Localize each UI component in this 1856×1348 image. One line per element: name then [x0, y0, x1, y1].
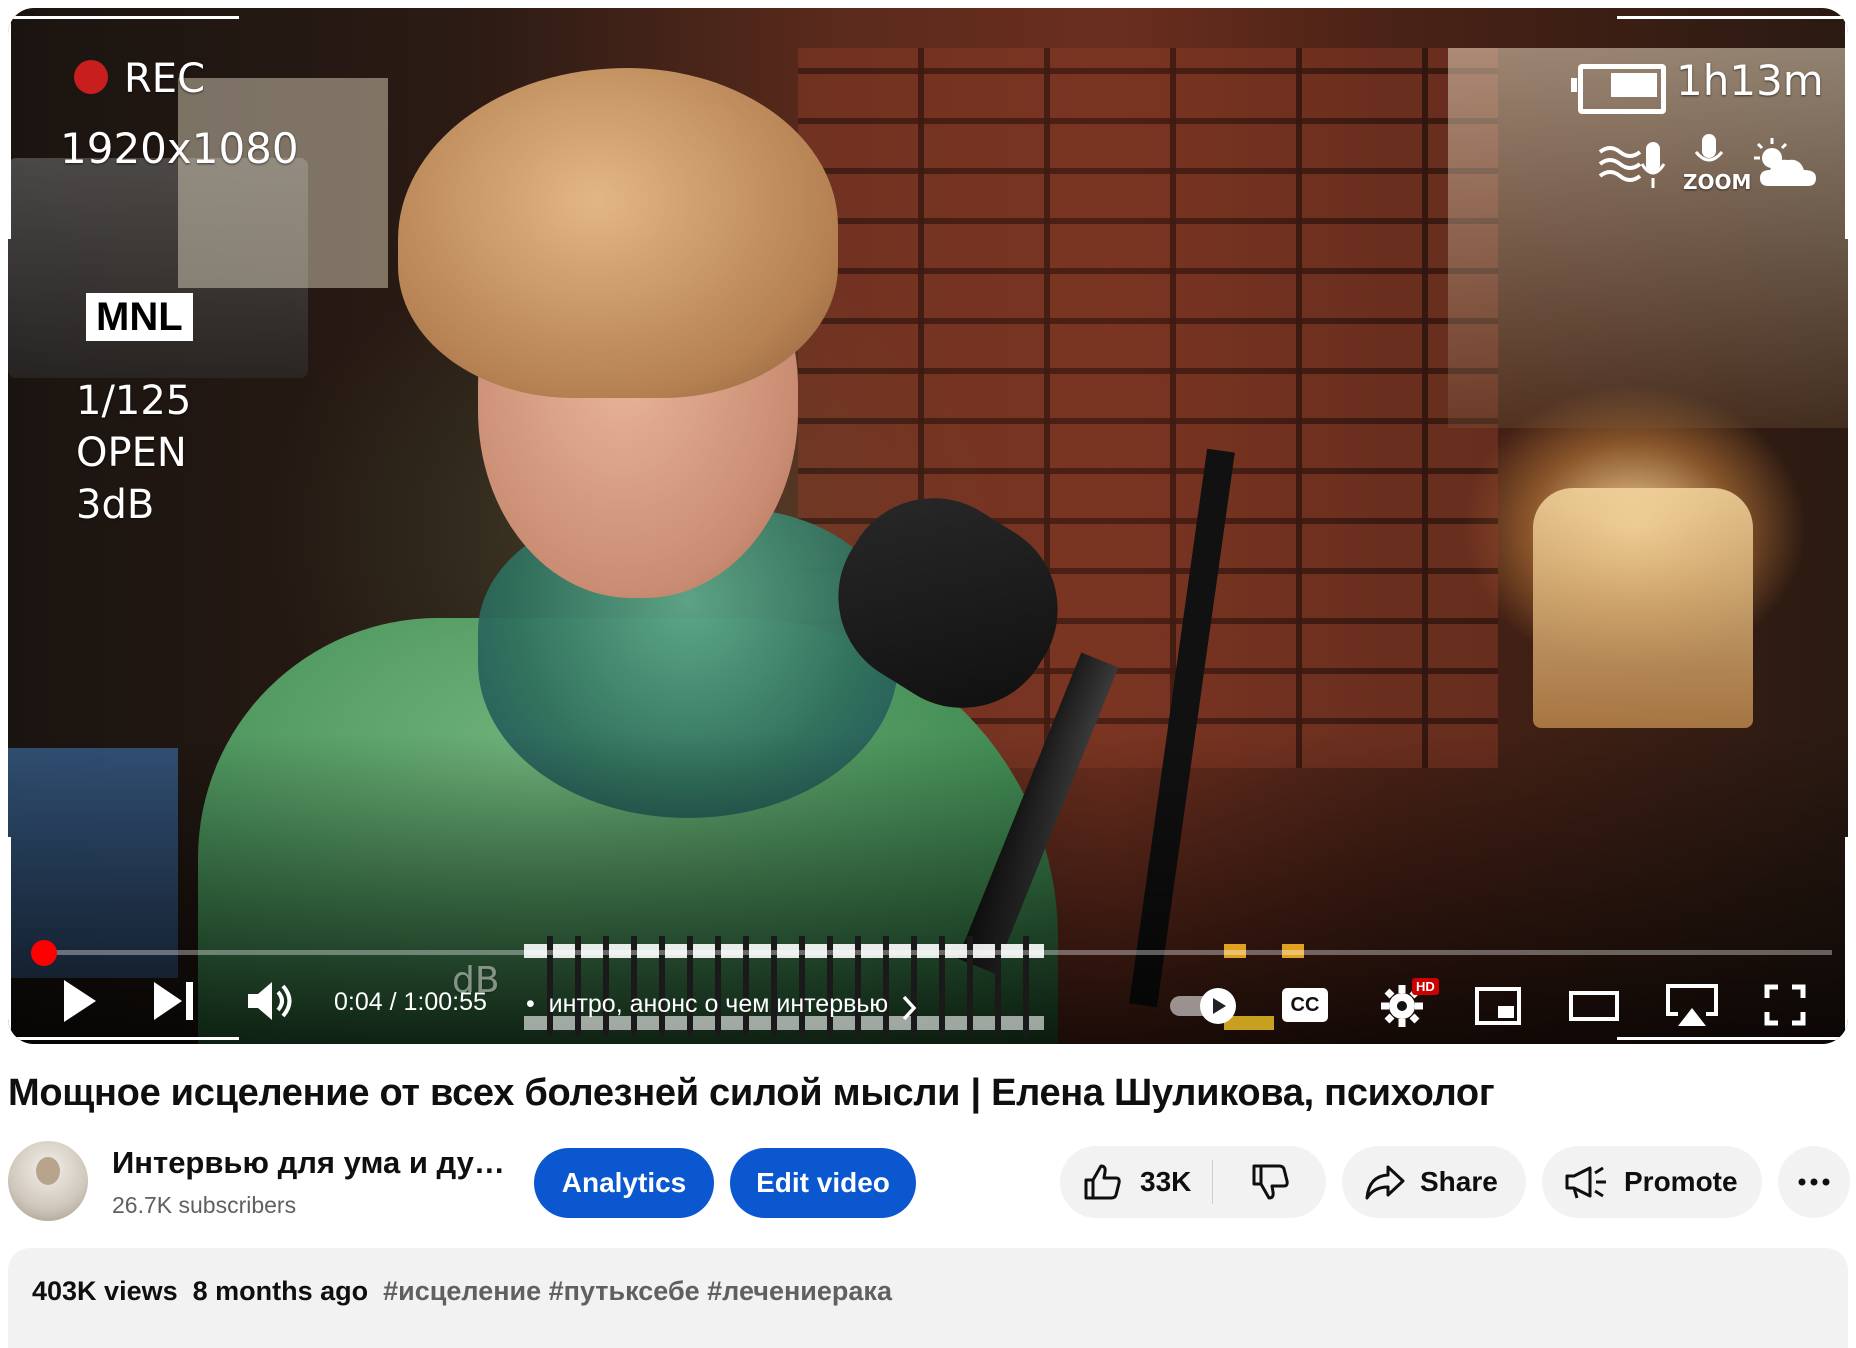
mic-zoom-icon: [1694, 134, 1724, 162]
miniplayer-icon[interactable]: [1474, 986, 1522, 1026]
play-icon[interactable]: [60, 978, 100, 1024]
autoplay-toggle[interactable]: [1168, 986, 1240, 1026]
manual-mode-badge: MNL: [86, 293, 193, 341]
like-button[interactable]: 33K: [1060, 1162, 1212, 1202]
volume-icon[interactable]: [246, 980, 296, 1022]
subtitles-button[interactable]: CC: [1282, 988, 1328, 1022]
weather-sun-cloud-icon: [1754, 138, 1816, 186]
progress-bar[interactable]: [30, 940, 1832, 966]
rec-label: REC: [124, 56, 205, 102]
frame-corner-br: [1617, 837, 1848, 1040]
chevron-right-icon[interactable]: [900, 994, 918, 1022]
megaphone-icon: [1565, 1166, 1606, 1199]
like-dislike-group: 33K: [1060, 1146, 1326, 1218]
more-actions-button[interactable]: [1778, 1146, 1850, 1218]
share-arrow-icon: [1365, 1165, 1405, 1200]
share-label: Share: [1420, 1166, 1498, 1197]
remaining-time-label: 1h13m: [1676, 56, 1824, 105]
hashtags[interactable]: #исцеление #путьксебе #лечениерака: [383, 1276, 892, 1306]
video-player[interactable]: REC 1920x1080 MNL 1/125 OPEN 3dB 1h13m Z…: [8, 8, 1848, 1044]
battery-icon: [1571, 64, 1666, 114]
subscriber-count: 26.7K subscribers: [112, 1192, 297, 1218]
analytics-button[interactable]: Analytics: [534, 1148, 714, 1218]
resolution-label: 1920x1080: [60, 124, 299, 173]
theater-mode-icon[interactable]: [1568, 990, 1620, 1022]
audio-wind-icon: [1598, 142, 1666, 188]
more-horizontal-icon: [1798, 1178, 1830, 1186]
rec-indicator: [74, 60, 108, 94]
like-count: 33K: [1140, 1166, 1192, 1197]
shutter-label: 1/125: [76, 378, 192, 424]
chapter-title: интро, анонс о чем интервью: [548, 990, 889, 1018]
video-title: Мощное исцеление от всех болезней силой …: [8, 1072, 1495, 1114]
channel-avatar[interactable]: [8, 1141, 88, 1221]
channel-name[interactable]: Интервью для ума и ду…: [112, 1145, 505, 1181]
frame-corner-bl: [8, 837, 239, 1040]
edit-video-button[interactable]: Edit video: [730, 1148, 916, 1218]
gain-label: 3dB: [76, 482, 155, 528]
upload-age: 8 months ago: [192, 1276, 369, 1306]
time-display: 0:04 / 1:00:55: [334, 988, 487, 1016]
chapter-separator: •: [526, 990, 535, 1018]
description-meta: 403K views 8 months ago #исцеление #путь…: [32, 1276, 892, 1307]
hd-badge: HD: [1412, 978, 1439, 995]
fullscreen-icon[interactable]: [1764, 984, 1806, 1026]
aperture-label: OPEN: [76, 430, 187, 476]
thumbs-down-icon: [1252, 1164, 1289, 1200]
frame-corner-tr: [1617, 16, 1848, 239]
view-count: 403K views: [32, 1276, 178, 1306]
promote-label: Promote: [1624, 1166, 1738, 1197]
cc-label: CC: [1290, 993, 1320, 1016]
promote-button[interactable]: Promote: [1542, 1146, 1762, 1218]
next-video-icon[interactable]: [152, 980, 196, 1022]
airplay-icon[interactable]: [1664, 982, 1720, 1028]
zoom-label: ZOOM: [1683, 170, 1752, 194]
progress-scrubber[interactable]: [30, 940, 57, 966]
dislike-button[interactable]: [1213, 1162, 1326, 1202]
chapter-button[interactable]: • интро, анонс о чем интервью: [526, 990, 888, 1019]
thumbs-up-icon: [1084, 1164, 1121, 1200]
share-button[interactable]: Share: [1342, 1146, 1526, 1218]
